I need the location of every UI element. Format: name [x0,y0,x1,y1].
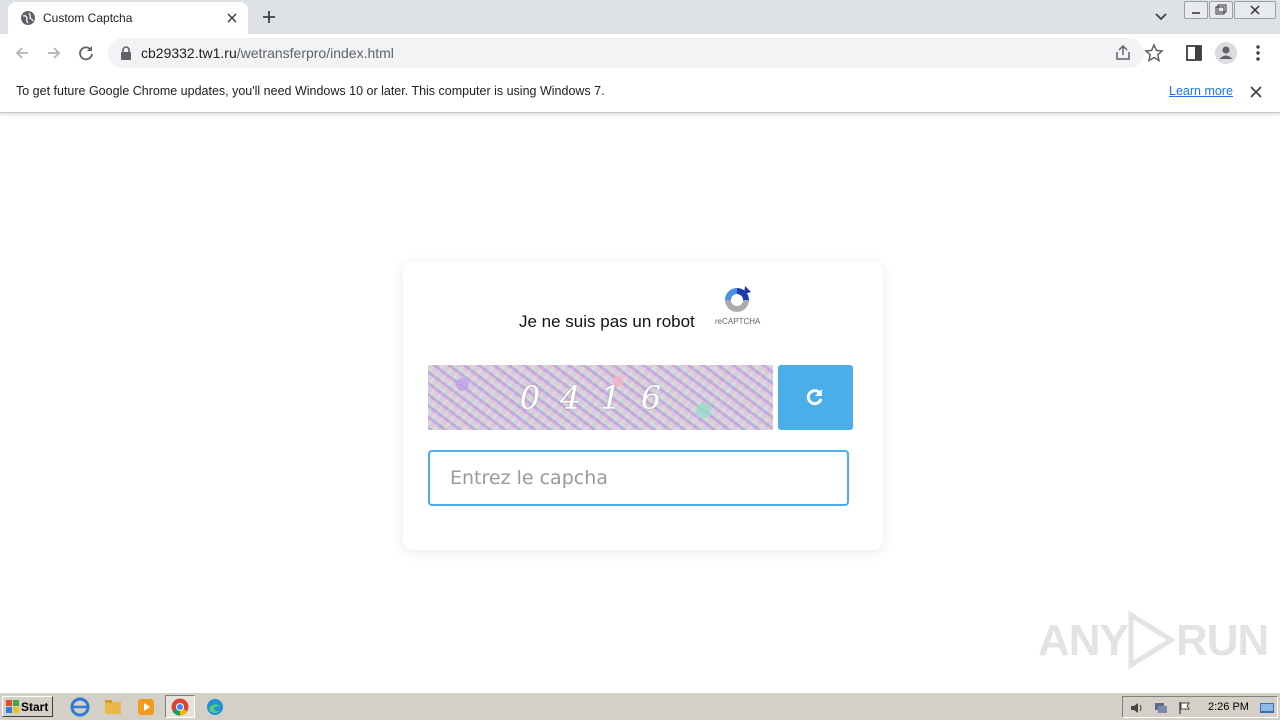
refresh-captcha-button[interactable] [778,365,853,430]
edge-icon[interactable] [204,696,226,718]
restore-icon [1215,4,1227,15]
tab-custom-captcha[interactable]: Custom Captcha [8,2,248,34]
menu-dots-icon[interactable] [1248,43,1268,63]
restore-button[interactable] [1209,1,1233,19]
star-icon[interactable] [1144,43,1164,63]
show-desktop-icon[interactable] [1259,700,1275,716]
lock-icon[interactable] [120,46,132,60]
minimize-button[interactable] [1184,1,1208,19]
internet-explorer-icon[interactable] [69,696,91,718]
clock: 2:26 PM [1208,701,1249,713]
watermark-text-left: ANY [1038,616,1129,665]
file-explorer-icon[interactable] [102,696,124,718]
side-panel-icon[interactable] [1184,43,1204,63]
back-arrow-icon[interactable] [12,43,32,63]
minimize-icon [1192,12,1200,14]
anyrun-watermark: ANY RUN [1038,606,1269,674]
new-tab-icon[interactable] [260,8,278,26]
learn-more-link[interactable]: Learn more [1169,84,1233,98]
url-text: cb29332.tw1.ru/wetransferpro/index.html [141,45,394,61]
profile-avatar-icon[interactable] [1215,42,1237,64]
network-icon[interactable] [1153,700,1169,716]
robot-label: Je ne suis pas un robot [519,312,695,331]
tab-strip: Custom Captcha [0,0,1280,34]
captcha-input[interactable] [428,450,849,506]
windows-taskbar: Start 2:26 PM [0,692,1280,720]
tab-title: Custom Captcha [43,11,133,25]
windows-logo-icon [6,700,19,713]
url-path: /wetransferpro/index.html [236,45,394,61]
start-button[interactable]: Start [2,696,53,717]
start-label: Start [21,700,49,714]
reload-icon[interactable] [76,43,96,63]
media-player-icon[interactable] [135,696,157,718]
close-icon [1250,5,1260,15]
share-icon[interactable] [1113,43,1133,63]
volume-icon[interactable] [1129,700,1145,716]
close-tab-icon[interactable] [224,10,240,26]
refresh-icon [806,389,823,406]
taskbar-chrome-button[interactable] [165,695,195,718]
url-host: cb29332.tw1.ru [141,45,237,61]
flag-icon[interactable] [1177,700,1193,716]
close-window-button[interactable] [1234,1,1276,19]
system-tray [1122,696,1278,718]
recaptcha-logo-icon [725,286,751,312]
browser-toolbar: cb29332.tw1.ru/wetransferpro/index.html [0,34,1280,73]
infobar-message: To get future Google Chrome updates, you… [16,84,605,98]
globe-icon [21,11,35,25]
captcha-code: 0416 [519,379,682,417]
watermark-text-right: RUN [1176,616,1269,665]
chrome-icon [171,698,189,716]
close-infobar-icon[interactable] [1248,84,1264,100]
forward-arrow-icon[interactable] [44,43,64,63]
captcha-image: 0416 [428,365,773,430]
chevron-down-icon[interactable] [1152,9,1170,25]
address-bar[interactable]: cb29332.tw1.ru/wetransferpro/index.html [108,38,1144,68]
play-logo-icon [1128,610,1176,670]
recaptcha-label: reCAPTCHA [715,317,761,326]
update-infobar: To get future Google Chrome updates, you… [0,72,1280,113]
